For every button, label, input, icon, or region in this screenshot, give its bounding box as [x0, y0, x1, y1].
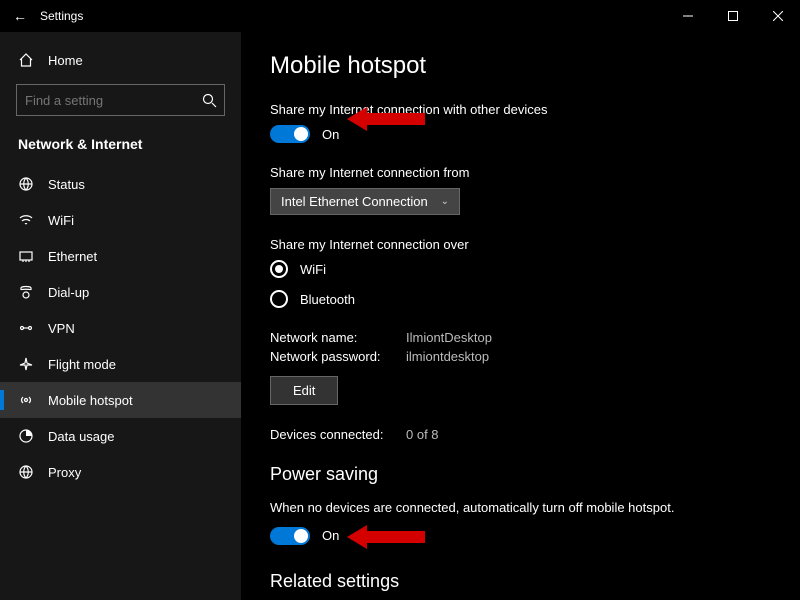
- ethernet-icon: [18, 248, 34, 264]
- related-settings-heading: Related settings: [270, 571, 772, 592]
- sidebar-item-mobilehotspot[interactable]: Mobile hotspot: [0, 382, 241, 418]
- share-connection-label: Share my Internet connection with other …: [270, 102, 772, 117]
- annotation-arrow-icon: [347, 522, 427, 552]
- content-area: Mobile hotspot Share my Internet connect…: [242, 32, 800, 600]
- network-name-label: Network name:: [270, 330, 400, 345]
- radio-bluetooth[interactable]: Bluetooth: [270, 290, 772, 308]
- close-button[interactable]: [755, 0, 800, 32]
- sidebar-item-status[interactable]: Status: [0, 166, 241, 202]
- network-password-label: Network password:: [270, 349, 400, 364]
- sidebar-item-dialup[interactable]: Dial-up: [0, 274, 241, 310]
- sidebar-item-label: VPN: [48, 321, 75, 336]
- chevron-down-icon: ⌄: [441, 196, 449, 207]
- sidebar-home[interactable]: Home: [0, 42, 241, 78]
- dialup-icon: [18, 284, 34, 300]
- page-title: Mobile hotspot: [270, 52, 772, 80]
- sidebar-item-label: Ethernet: [48, 249, 97, 264]
- power-saving-toggle[interactable]: [270, 527, 310, 545]
- sidebar-item-vpn[interactable]: VPN: [0, 310, 241, 346]
- sidebar-item-wifi[interactable]: WiFi: [0, 202, 241, 238]
- proxy-icon: [18, 464, 34, 480]
- sidebar-item-flightmode[interactable]: Flight mode: [0, 346, 241, 382]
- window-title: Settings: [40, 9, 83, 23]
- annotation-arrow-icon: [347, 104, 427, 134]
- sidebar-item-proxy[interactable]: Proxy: [0, 454, 241, 490]
- share-from-label: Share my Internet connection from: [270, 165, 772, 180]
- radio-wifi-input[interactable]: [270, 260, 288, 278]
- search-field[interactable]: [25, 93, 201, 108]
- hotspot-icon: [18, 392, 34, 408]
- power-saving-state: On: [322, 528, 339, 543]
- wifi-icon: [18, 212, 34, 228]
- home-icon: [18, 52, 34, 68]
- network-name-value: IlmiontDesktop: [406, 330, 492, 345]
- title-bar: ← Settings: [0, 0, 800, 32]
- network-password-value: ilmiontdesktop: [406, 349, 489, 364]
- sidebar-item-label: Flight mode: [48, 357, 116, 372]
- power-saving-desc: When no devices are connected, automatic…: [270, 499, 690, 517]
- share-from-dropdown[interactable]: Intel Ethernet Connection ⌄: [270, 188, 460, 215]
- search-input[interactable]: [16, 84, 225, 116]
- devices-connected-value: 0 of 8: [406, 427, 439, 442]
- radio-wifi[interactable]: WiFi: [270, 260, 772, 278]
- radio-wifi-label: WiFi: [300, 262, 326, 277]
- sidebar-item-label: WiFi: [48, 213, 74, 228]
- globe-icon: [18, 176, 34, 192]
- power-saving-heading: Power saving: [270, 464, 772, 485]
- sidebar-category: Network & Internet: [0, 126, 241, 166]
- minimize-button[interactable]: [665, 0, 710, 32]
- airplane-icon: [18, 356, 34, 372]
- devices-connected-label: Devices connected:: [270, 427, 400, 442]
- radio-bluetooth-input[interactable]: [270, 290, 288, 308]
- sidebar-item-label: Mobile hotspot: [48, 393, 133, 408]
- sidebar: Home Network & Internet Status WiFi Ethe…: [0, 32, 242, 600]
- sidebar-item-datausage[interactable]: Data usage: [0, 418, 241, 454]
- sidebar-item-label: Status: [48, 177, 85, 192]
- back-button[interactable]: ←: [0, 8, 40, 24]
- search-icon: [201, 92, 217, 108]
- sidebar-item-ethernet[interactable]: Ethernet: [0, 238, 241, 274]
- share-connection-toggle[interactable]: [270, 125, 310, 143]
- share-over-label: Share my Internet connection over: [270, 237, 772, 252]
- share-from-value: Intel Ethernet Connection: [281, 194, 428, 209]
- radio-bluetooth-label: Bluetooth: [300, 292, 355, 307]
- vpn-icon: [18, 320, 34, 336]
- sidebar-item-label: Proxy: [48, 465, 81, 480]
- sidebar-item-label: Data usage: [48, 429, 115, 444]
- datausage-icon: [18, 428, 34, 444]
- edit-button[interactable]: Edit: [270, 376, 338, 405]
- sidebar-home-label: Home: [48, 53, 83, 68]
- maximize-button[interactable]: [710, 0, 755, 32]
- share-connection-state: On: [322, 127, 339, 142]
- sidebar-item-label: Dial-up: [48, 285, 89, 300]
